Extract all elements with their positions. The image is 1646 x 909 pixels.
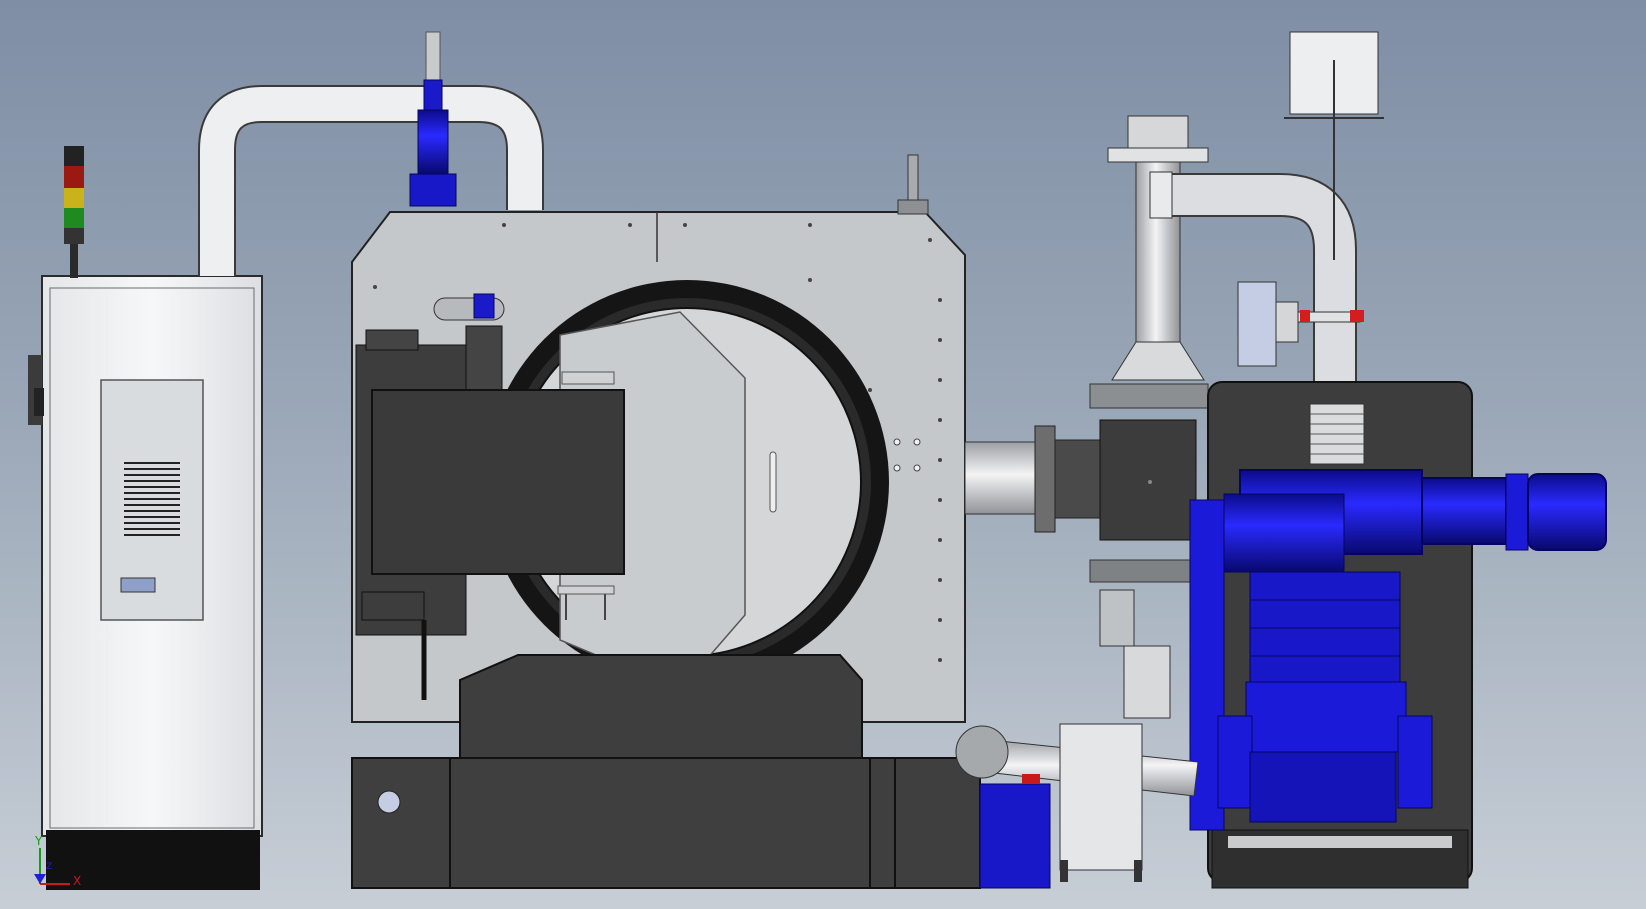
triad-x-label: X — [73, 874, 82, 888]
cabinet-display — [120, 577, 156, 593]
triad-z-label: Z — [46, 862, 53, 872]
vacuum-pump — [1189, 469, 1607, 831]
cad-assembly-view — [28, 31, 1607, 890]
triad-y-label: Y — [35, 834, 43, 848]
side-duct — [964, 383, 1209, 583]
blue-tank — [979, 774, 1051, 889]
signal-tower — [64, 146, 84, 278]
bellows — [1309, 403, 1365, 465]
door-arm-cover — [371, 389, 625, 575]
